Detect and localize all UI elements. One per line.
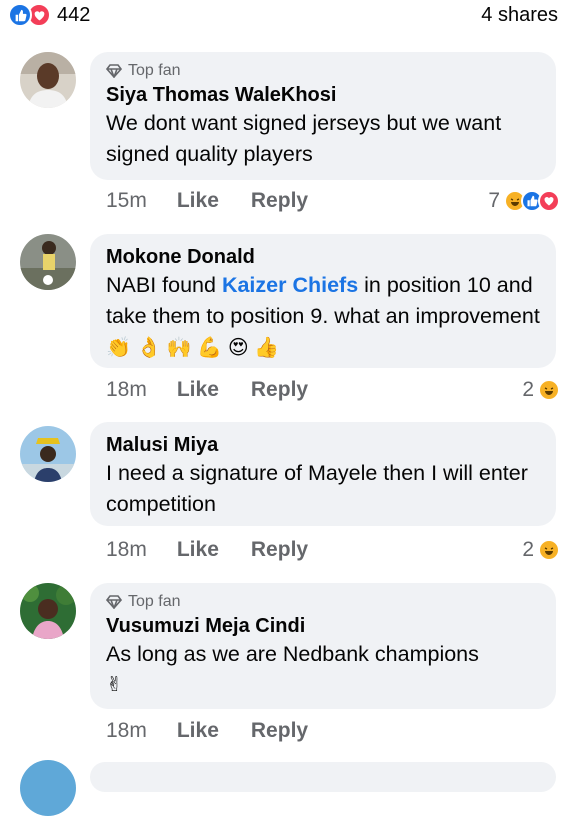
comment-actions: 18m Like Reply [106,378,308,402]
comment-bubble: Top fan Vusumuzi Meja Cindi As long as w… [90,583,556,709]
comment-reactions[interactable]: 2 [522,378,560,402]
comment-actions: 18m Like Reply [106,538,308,562]
reaction-count[interactable]: 442 [57,4,90,27]
comment-reactions[interactable]: 2 [522,538,560,562]
comment-bubble: Malusi Miya I need a signature of Mayele… [90,422,556,526]
emoji-row: ✌ [106,674,123,696]
avatar[interactable] [20,234,76,290]
diamond-icon [106,64,122,78]
avatar[interactable] [20,426,76,482]
like-button[interactable]: Like [177,719,219,743]
comment-time[interactable]: 18m [106,378,147,402]
like-button[interactable]: Like [177,378,219,402]
reply-button[interactable]: Reply [251,189,308,213]
comment-time[interactable]: 15m [106,189,147,213]
comment-author[interactable]: Malusi Miya [106,432,540,458]
avatar[interactable] [20,760,76,816]
emoji-row: 👏 👌 🙌 💪 😍 👍 [106,337,280,359]
reaction-summary[interactable]: 442 [8,3,90,27]
haha-icon [538,539,560,561]
diamond-icon [106,595,122,609]
avatar[interactable] [20,52,76,108]
comment-actions: 18m Like Reply [106,719,308,743]
mention-link[interactable]: Kaizer Chiefs [222,273,358,297]
comment-bubble [90,762,556,792]
like-button[interactable]: Like [177,189,219,213]
comment-text: We dont want signed jerseys but we want … [106,111,502,166]
comment-text-part: NABI found [106,273,222,297]
haha-icon [538,379,560,401]
comment-reaction-count: 7 [488,189,500,212]
avatar[interactable] [20,583,76,639]
love-icon [538,190,560,212]
reply-button[interactable]: Reply [251,378,308,402]
badge-label: Top fan [128,593,181,610]
reply-button[interactable]: Reply [251,719,308,743]
top-fan-badge: Top fan [106,62,540,80]
comment-author[interactable]: Mokone Donald [106,244,540,270]
reply-button[interactable]: Reply [251,538,308,562]
comment-text: As long as we are Nedbank champions [106,642,479,666]
badge-label: Top fan [128,62,181,79]
comment-text: I need a signature of Mayele then I will… [106,461,528,516]
post-stats-bar: 442 4 shares [0,0,576,34]
shares-count[interactable]: 4 shares [481,4,558,27]
comment-time[interactable]: 18m [106,719,147,743]
comment-bubble: Mokone Donald NABI found Kaizer Chiefs i… [90,234,556,368]
comment-text: NABI found Kaizer Chiefs in position 10 … [106,270,540,364]
comment-reactions[interactable]: 7 [488,189,560,213]
comment-reaction-count: 2 [522,538,534,561]
like-button[interactable]: Like [177,538,219,562]
top-fan-badge: Top fan [106,593,540,611]
comment-author[interactable]: Vusumuzi Meja Cindi [106,613,540,639]
comment-author[interactable]: Siya Thomas WaleKhosi [106,82,540,108]
comment-actions: 15m Like Reply [106,189,308,213]
comment-time[interactable]: 18m [106,538,147,562]
comment-reaction-count: 2 [522,378,534,401]
like-icon [8,3,32,27]
comment-bubble: Top fan Siya Thomas WaleKhosi We dont wa… [90,52,556,180]
